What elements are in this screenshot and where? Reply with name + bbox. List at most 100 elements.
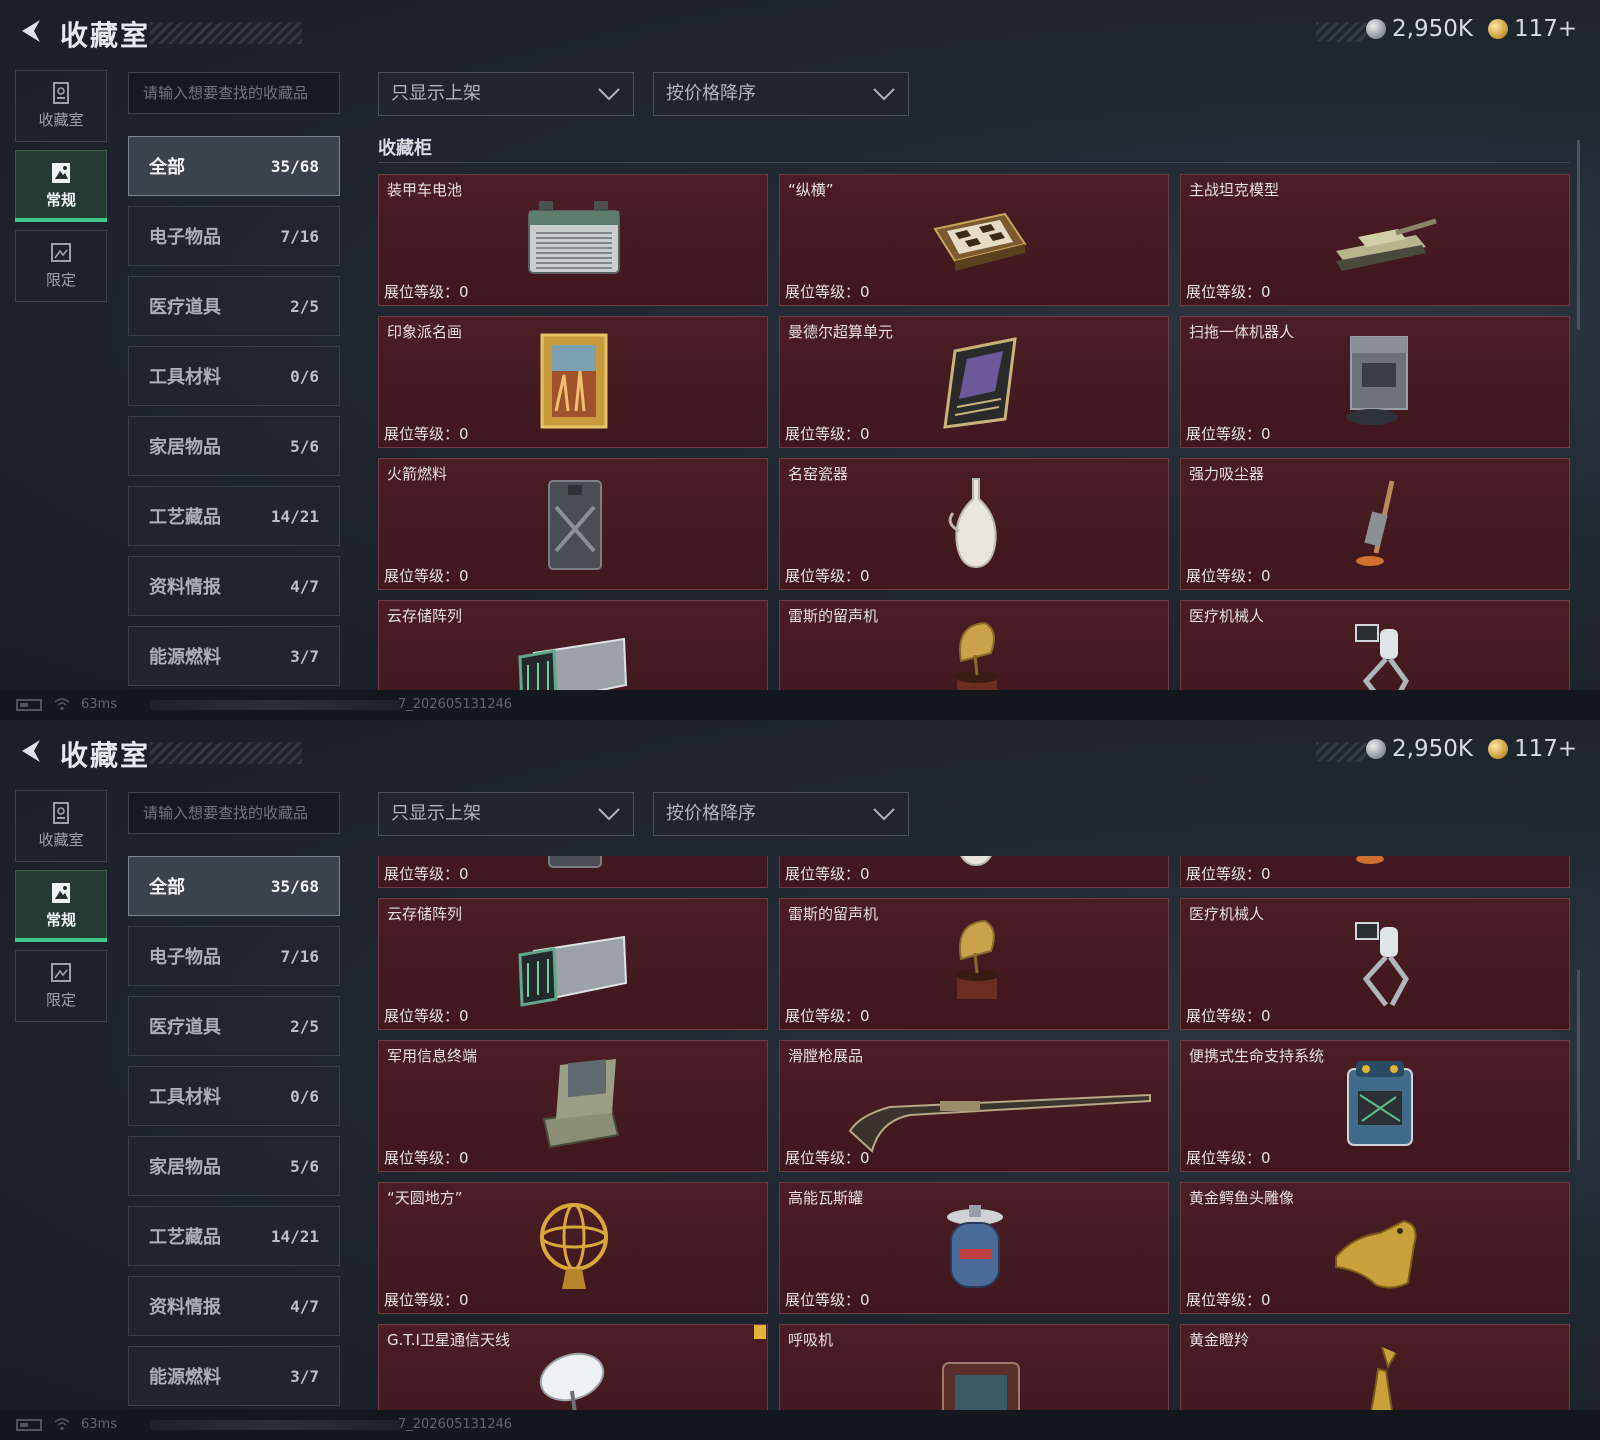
collectible-card[interactable]: “天圆地方” 展位等级：0 bbox=[378, 1182, 768, 1314]
battery-icon bbox=[16, 699, 42, 711]
grid-scrollbar[interactable] bbox=[1577, 140, 1580, 330]
item-name: 呼吸机 bbox=[788, 1331, 834, 1349]
category-count: 2/5 bbox=[290, 1016, 319, 1036]
collectible-card[interactable]: 扫拖一体机器人 展位等级：0 bbox=[1180, 316, 1570, 448]
sort-dropdown[interactable]: 按价格降序 bbox=[653, 72, 909, 116]
collectible-card[interactable]: 滑膛枪展品 展位等级：0 bbox=[779, 1040, 1169, 1172]
collectible-card[interactable]: G.T.I卫星通信天线展位等级：0 bbox=[378, 1324, 768, 1410]
item-grid-viewport[interactable]: 火箭燃料展位等级：0 名窑瓷器展位等级：0 强力吸尘器展位等级：0 云存储阵列展位等级… bbox=[378, 856, 1570, 1410]
top-bar: 收藏室 2,950K 117+ bbox=[0, 720, 1600, 786]
section-divider bbox=[378, 162, 1570, 163]
category-item[interactable]: 资料情报 4/7 bbox=[128, 556, 340, 616]
display-filter-value: 只显示上架 bbox=[391, 83, 481, 104]
category-item[interactable]: 医疗道具 2/5 bbox=[128, 276, 340, 336]
gold-amount: 117+ bbox=[1514, 16, 1578, 42]
category-item[interactable]: 工艺藏品 14/21 bbox=[128, 1206, 340, 1266]
item-name: 强力吸尘器 bbox=[1189, 465, 1265, 483]
sidenav-item[interactable]: 限定 bbox=[15, 230, 107, 302]
category-item[interactable]: 家居物品 5/6 bbox=[128, 416, 340, 476]
category-item[interactable]: 电子物品 7/16 bbox=[128, 926, 340, 986]
collectible-card[interactable]: 军用信息终端 展位等级：0 bbox=[378, 1040, 768, 1172]
collectible-card[interactable]: 黄金瞪羚展位等级：0 bbox=[1180, 1324, 1570, 1410]
category-item[interactable]: 医疗道具 2/5 bbox=[128, 996, 340, 1056]
collectible-card[interactable]: 医疗机械人展位等级：0 bbox=[1180, 898, 1570, 1030]
item-grid-viewport[interactable]: 装甲车电池 展位等级：0 “纵横” 展位等级：0 主战坦克模型 展位等级：0 印象派名画 展位… bbox=[378, 172, 1570, 690]
gold-currency[interactable]: 117+ bbox=[1488, 736, 1577, 762]
collectible-card[interactable]: 云存储阵列展位等级：0 bbox=[378, 600, 768, 690]
collectible-card[interactable]: 医疗机械人展位等级：0 bbox=[1180, 600, 1570, 690]
ping-readout: 63ms bbox=[81, 1417, 117, 1432]
category-item[interactable]: 能源燃料 3/7 bbox=[128, 626, 340, 686]
category-count: 14/21 bbox=[270, 506, 319, 526]
title-decoration bbox=[150, 742, 302, 764]
collectible-card[interactable]: 火箭燃料展位等级：0 bbox=[378, 458, 768, 590]
category-item[interactable]: 工艺藏品 14/21 bbox=[128, 486, 340, 546]
display-level: 展位等级：0 bbox=[785, 1007, 870, 1025]
category-item[interactable]: 家居物品 5/6 bbox=[128, 1136, 340, 1196]
collectible-card[interactable]: 名窑瓷器展位等级：0 bbox=[779, 856, 1169, 888]
silver-currency: 2,950K bbox=[1366, 736, 1473, 762]
wifi-icon bbox=[54, 1418, 70, 1431]
item-name: 云存储阵列 bbox=[387, 607, 463, 625]
search-box[interactable] bbox=[128, 792, 340, 834]
gold-croc-statue-icon bbox=[1296, 1197, 1456, 1297]
category-item[interactable]: 工具材料 0/6 bbox=[128, 1066, 340, 1126]
category-item[interactable]: 资料情报 4/7 bbox=[128, 1276, 340, 1336]
gold-currency[interactable]: 117+ bbox=[1488, 16, 1577, 42]
collectible-card[interactable]: 雷斯的留声机展位等级：0 bbox=[779, 898, 1169, 1030]
display-level: 展位等级：0 bbox=[384, 865, 469, 883]
sidenav-item[interactable]: 限定 bbox=[15, 950, 107, 1022]
item-grid: 火箭燃料展位等级：0 名窑瓷器展位等级：0 强力吸尘器展位等级：0 云存储阵列展位等级… bbox=[378, 856, 1570, 1410]
status-bar: 63ms 7_202605131246 bbox=[0, 1410, 1600, 1440]
search-box[interactable] bbox=[128, 72, 340, 114]
display-filter-dropdown[interactable]: 只显示上架 bbox=[378, 792, 634, 836]
collectible-card[interactable]: 主战坦克模型 展位等级：0 bbox=[1180, 174, 1570, 306]
collectible-card[interactable]: 云存储阵列展位等级：0 bbox=[378, 898, 768, 1030]
sidenav-item[interactable]: 常规 bbox=[15, 870, 107, 942]
search-input[interactable] bbox=[143, 804, 325, 822]
collectible-card[interactable]: 强力吸尘器展位等级：0 bbox=[1180, 856, 1570, 888]
category-item[interactable]: 电子物品 7/16 bbox=[128, 206, 340, 266]
back-arrow-icon[interactable] bbox=[16, 736, 46, 766]
display-level: 展位等级：0 bbox=[1186, 283, 1271, 301]
category-count: 14/21 bbox=[270, 1226, 319, 1246]
sidenav-label: 限定 bbox=[45, 271, 76, 289]
sidenav-item[interactable]: 收藏室 bbox=[15, 790, 107, 862]
collectible-card[interactable]: 便携式生命支持系统 展位等级：0 bbox=[1180, 1040, 1570, 1172]
category-item[interactable]: 全部 35/68 bbox=[128, 856, 340, 916]
sidenav-label: 常规 bbox=[45, 191, 76, 209]
search-input[interactable] bbox=[143, 84, 325, 102]
item-grid: 装甲车电池 展位等级：0 “纵横” 展位等级：0 主战坦克模型 展位等级：0 印象派名画 展位… bbox=[378, 174, 1570, 690]
category-count: 4/7 bbox=[290, 1296, 319, 1316]
currency-decoration bbox=[1316, 742, 1366, 762]
back-arrow-icon[interactable] bbox=[16, 16, 46, 46]
vault-icon bbox=[48, 800, 74, 826]
silver-amount: 2,950K bbox=[1392, 16, 1473, 42]
sort-dropdown[interactable]: 按价格降序 bbox=[653, 792, 909, 836]
category-item[interactable]: 能源燃料 3/7 bbox=[128, 1346, 340, 1406]
silver-coin-icon bbox=[1366, 739, 1386, 759]
battery-icon bbox=[16, 1419, 42, 1431]
category-name: 资料情报 bbox=[149, 1297, 221, 1318]
display-filter-dropdown[interactable]: 只显示上架 bbox=[378, 72, 634, 116]
blurred-info bbox=[150, 1420, 400, 1430]
collectible-card[interactable]: “纵横” 展位等级：0 bbox=[779, 174, 1169, 306]
display-level: 展位等级：0 bbox=[1186, 1291, 1271, 1309]
collectible-card[interactable]: 装甲车电池 展位等级：0 bbox=[378, 174, 768, 306]
collectible-card[interactable]: 黄金鳄鱼头雕像 展位等级：0 bbox=[1180, 1182, 1570, 1314]
collectible-card[interactable]: 雷斯的留声机展位等级：0 bbox=[779, 600, 1169, 690]
display-level: 展位等级：0 bbox=[1186, 1149, 1271, 1167]
collectible-card[interactable]: 火箭燃料展位等级：0 bbox=[378, 856, 768, 888]
collectible-card[interactable]: 曼德尔超算单元 展位等级：0 bbox=[779, 316, 1169, 448]
collectible-card[interactable]: 强力吸尘器展位等级：0 bbox=[1180, 458, 1570, 590]
collectible-card[interactable]: 呼吸机展位等级：0 bbox=[779, 1324, 1169, 1410]
collectible-card[interactable]: 名窑瓷器展位等级：0 bbox=[779, 458, 1169, 590]
sidenav-item[interactable]: 收藏室 bbox=[15, 70, 107, 142]
category-item[interactable]: 全部 35/68 bbox=[128, 136, 340, 196]
item-name: 医疗机械人 bbox=[1189, 607, 1265, 625]
collectible-card[interactable]: 印象派名画 展位等级：0 bbox=[378, 316, 768, 448]
category-item[interactable]: 工具材料 0/6 bbox=[128, 346, 340, 406]
collectible-card[interactable]: 高能瓦斯罐 展位等级：0 bbox=[779, 1182, 1169, 1314]
grid-scrollbar[interactable] bbox=[1577, 970, 1580, 1160]
sidenav-item[interactable]: 常规 bbox=[15, 150, 107, 222]
